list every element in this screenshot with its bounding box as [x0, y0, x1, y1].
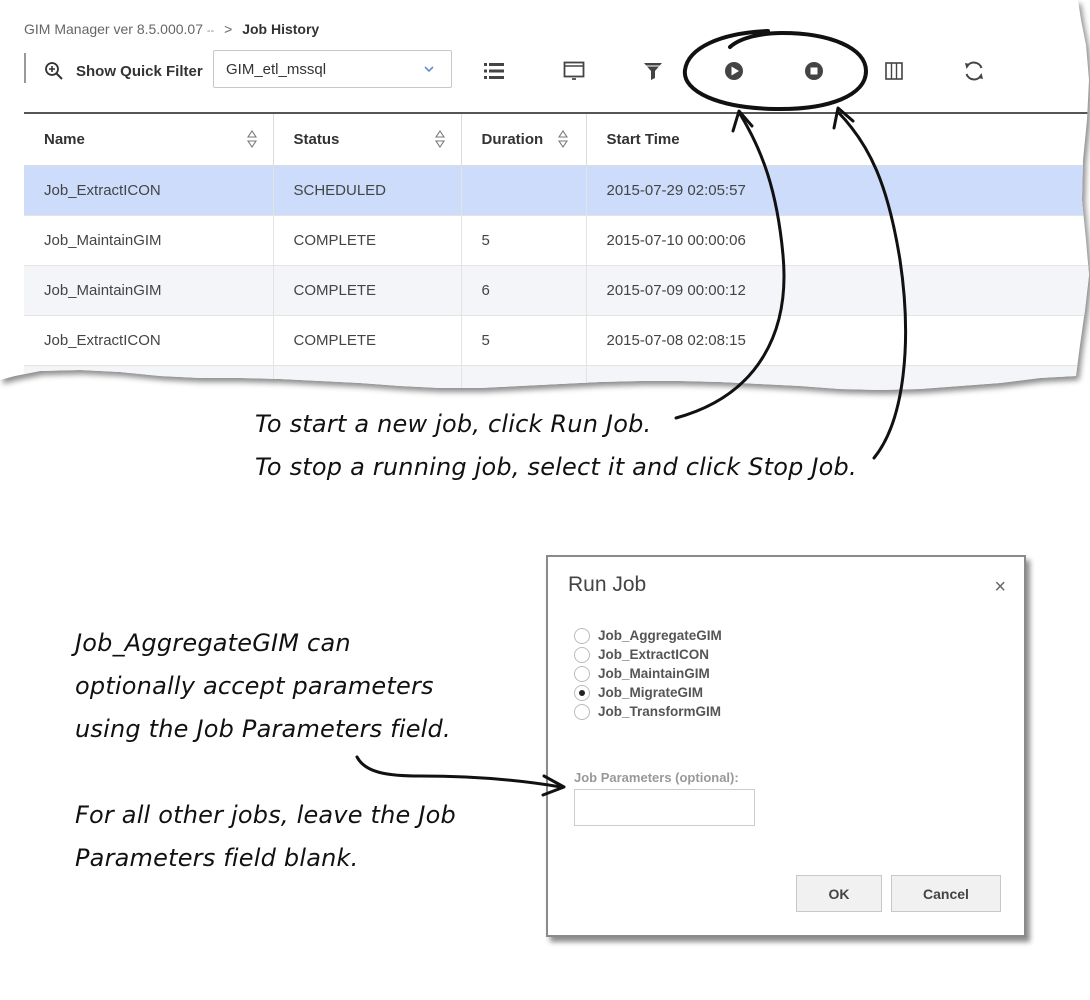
- annotation-params-2: optionally accept parameters: [75, 672, 434, 700]
- table-row[interactable]: Job_MaintainGIM COMPLETE 6 2015-07-09 00…: [24, 265, 1089, 316]
- app-title[interactable]: GIM Manager ver 8.5.000.07: [24, 21, 203, 37]
- cell-start-time: [586, 365, 1089, 390]
- refresh-icon: [965, 61, 983, 81]
- job-option-label: Job_AggregateGIM: [598, 628, 722, 643]
- breadcrumb: GIM Manager ver 8.5.000.07 -- > Job Hist…: [24, 21, 319, 37]
- job-option-migrategim[interactable]: Job_MigrateGIM: [574, 683, 722, 702]
- stop-job-button[interactable]: [802, 59, 826, 83]
- job-history-panel: GIM Manager ver 8.5.000.07 -- > Job Hist…: [0, 0, 1089, 390]
- sort-icon: [434, 130, 445, 148]
- column-header-duration[interactable]: Duration: [461, 114, 587, 166]
- sort-icon: [246, 130, 257, 148]
- app-title-suffix: --: [206, 25, 215, 37]
- run-job-icon: [725, 62, 743, 80]
- annotation-params-3: using the Job Parameters field.: [75, 715, 451, 743]
- job-option-label: Job_MigrateGIM: [598, 685, 704, 700]
- annotation-run-job: To start a new job, click Run Job.: [255, 410, 652, 438]
- cell-name: Job_ExtractICON: [24, 315, 274, 366]
- table-header-row: Name Status Duration Start Time: [24, 114, 1089, 166]
- columns-button[interactable]: [882, 59, 906, 83]
- job-option-label: Job_MaintainGIM: [598, 666, 710, 681]
- cell-start-time: 2015-07-29 02:05:57: [586, 165, 1089, 216]
- cell-status: SCHEDULED: [273, 165, 462, 216]
- cell-name: Job_MaintainGIM: [24, 265, 274, 316]
- filter-button[interactable]: [641, 59, 665, 83]
- chevron-down-icon: [424, 66, 434, 73]
- cell-status: COMPLETE: [273, 315, 462, 366]
- cell-status: COMPLETE: [273, 265, 462, 316]
- database-select[interactable]: GIM_etl_mssql: [213, 50, 452, 88]
- zoom-in-icon: [45, 62, 63, 80]
- cell-name: [24, 365, 274, 390]
- job-history-table: Name Status Duration Start Time Job_Extr…: [24, 114, 1089, 390]
- ok-button[interactable]: OK: [796, 875, 882, 912]
- cell-duration: 6: [461, 265, 587, 316]
- list-icon: [484, 63, 504, 79]
- column-label: Start Time: [606, 130, 680, 148]
- cell-name: Job_ExtractICON: [24, 165, 274, 216]
- job-history-screenshot: GIM Manager ver 8.5.000.07 -- > Job Hist…: [0, 0, 1090, 395]
- table-row[interactable]: Job_MaintainGIM COMPLETE 5 2015-07-10 00…: [24, 215, 1089, 266]
- job-option-transformgim[interactable]: Job_TransformGIM: [574, 702, 722, 721]
- cell-status: COMPLETE: [273, 365, 462, 390]
- table-row[interactable]: Job_ExtractICON COMPLETE 5 2015-07-08 02…: [24, 315, 1089, 366]
- refresh-button[interactable]: [962, 59, 986, 83]
- cell-start-time: 2015-07-10 00:00:06: [586, 215, 1089, 266]
- radio-button[interactable]: [574, 627, 590, 644]
- column-label: Name: [44, 130, 85, 148]
- column-label: Duration: [481, 130, 544, 148]
- column-header-status[interactable]: Status: [273, 114, 462, 166]
- dialog-title: Run Job: [568, 573, 647, 596]
- run-job-button[interactable]: [722, 59, 746, 83]
- job-option-label: Job_TransformGIM: [598, 704, 722, 719]
- details-button[interactable]: [562, 59, 586, 83]
- column-label: Status: [293, 130, 340, 148]
- job-option-label: Job_ExtractICON: [598, 647, 710, 662]
- annotation-blank-2: Parameters field blank.: [75, 844, 359, 872]
- show-quick-filter-label: Show Quick Filter: [76, 62, 203, 80]
- stop-job-icon: [805, 62, 823, 80]
- table-row[interactable]: COMPLETE: [24, 365, 1089, 390]
- toolbar-divider: [24, 53, 26, 83]
- list-view-button[interactable]: [482, 59, 506, 83]
- job-parameters-input[interactable]: [574, 789, 755, 826]
- annotation-stop-job: To stop a running job, select it and cli…: [255, 453, 857, 481]
- job-parameters-label: Job Parameters (optional):: [574, 770, 739, 785]
- job-radio-group: Job_AggregateGIM Job_ExtractICON Job_Mai…: [574, 626, 722, 721]
- cell-start-time: 2015-07-09 00:00:12: [586, 265, 1089, 316]
- cell-start-time: 2015-07-08 02:08:15: [586, 315, 1089, 366]
- job-option-maintaingim[interactable]: Job_MaintainGIM: [574, 664, 722, 683]
- cell-duration: [461, 365, 587, 390]
- monitor-icon: [563, 61, 585, 80]
- cell-status: COMPLETE: [273, 215, 462, 266]
- cell-duration: 5: [461, 315, 587, 366]
- database-select-value: GIM_etl_mssql: [226, 60, 327, 78]
- sort-icon: [557, 130, 568, 148]
- radio-button[interactable]: [574, 703, 590, 720]
- column-header-name[interactable]: Name: [24, 114, 274, 166]
- arrow-job-parameters: [355, 755, 563, 789]
- filter-icon: [644, 63, 662, 80]
- close-icon[interactable]: ×: [994, 577, 1006, 597]
- page-title: Job History: [242, 21, 320, 37]
- annotation-blank-1: For all other jobs, leave the Job: [75, 801, 456, 829]
- table-row-selected[interactable]: Job_ExtractICON SCHEDULED 2015-07-29 02:…: [24, 165, 1089, 216]
- cancel-button[interactable]: Cancel: [891, 875, 1001, 912]
- column-header-start-time[interactable]: Start Time: [586, 114, 1089, 166]
- cell-name: Job_MaintainGIM: [24, 215, 274, 266]
- cell-duration: 5: [461, 215, 587, 266]
- job-option-extracticon[interactable]: Job_ExtractICON: [574, 645, 722, 664]
- run-job-dialog: Run Job × Job_AggregateGIM Job_ExtractIC…: [546, 555, 1026, 937]
- job-option-aggregategim[interactable]: Job_AggregateGIM: [574, 626, 722, 645]
- radio-button[interactable]: [574, 665, 590, 682]
- radio-button-checked[interactable]: [574, 684, 590, 701]
- columns-icon: [885, 62, 903, 80]
- breadcrumb-separator: >: [224, 21, 233, 37]
- cell-duration: [461, 165, 587, 216]
- radio-button[interactable]: [574, 646, 590, 663]
- annotation-params-1: Job_AggregateGIM can: [75, 629, 351, 657]
- show-quick-filter-button[interactable]: Show Quick Filter: [44, 58, 203, 84]
